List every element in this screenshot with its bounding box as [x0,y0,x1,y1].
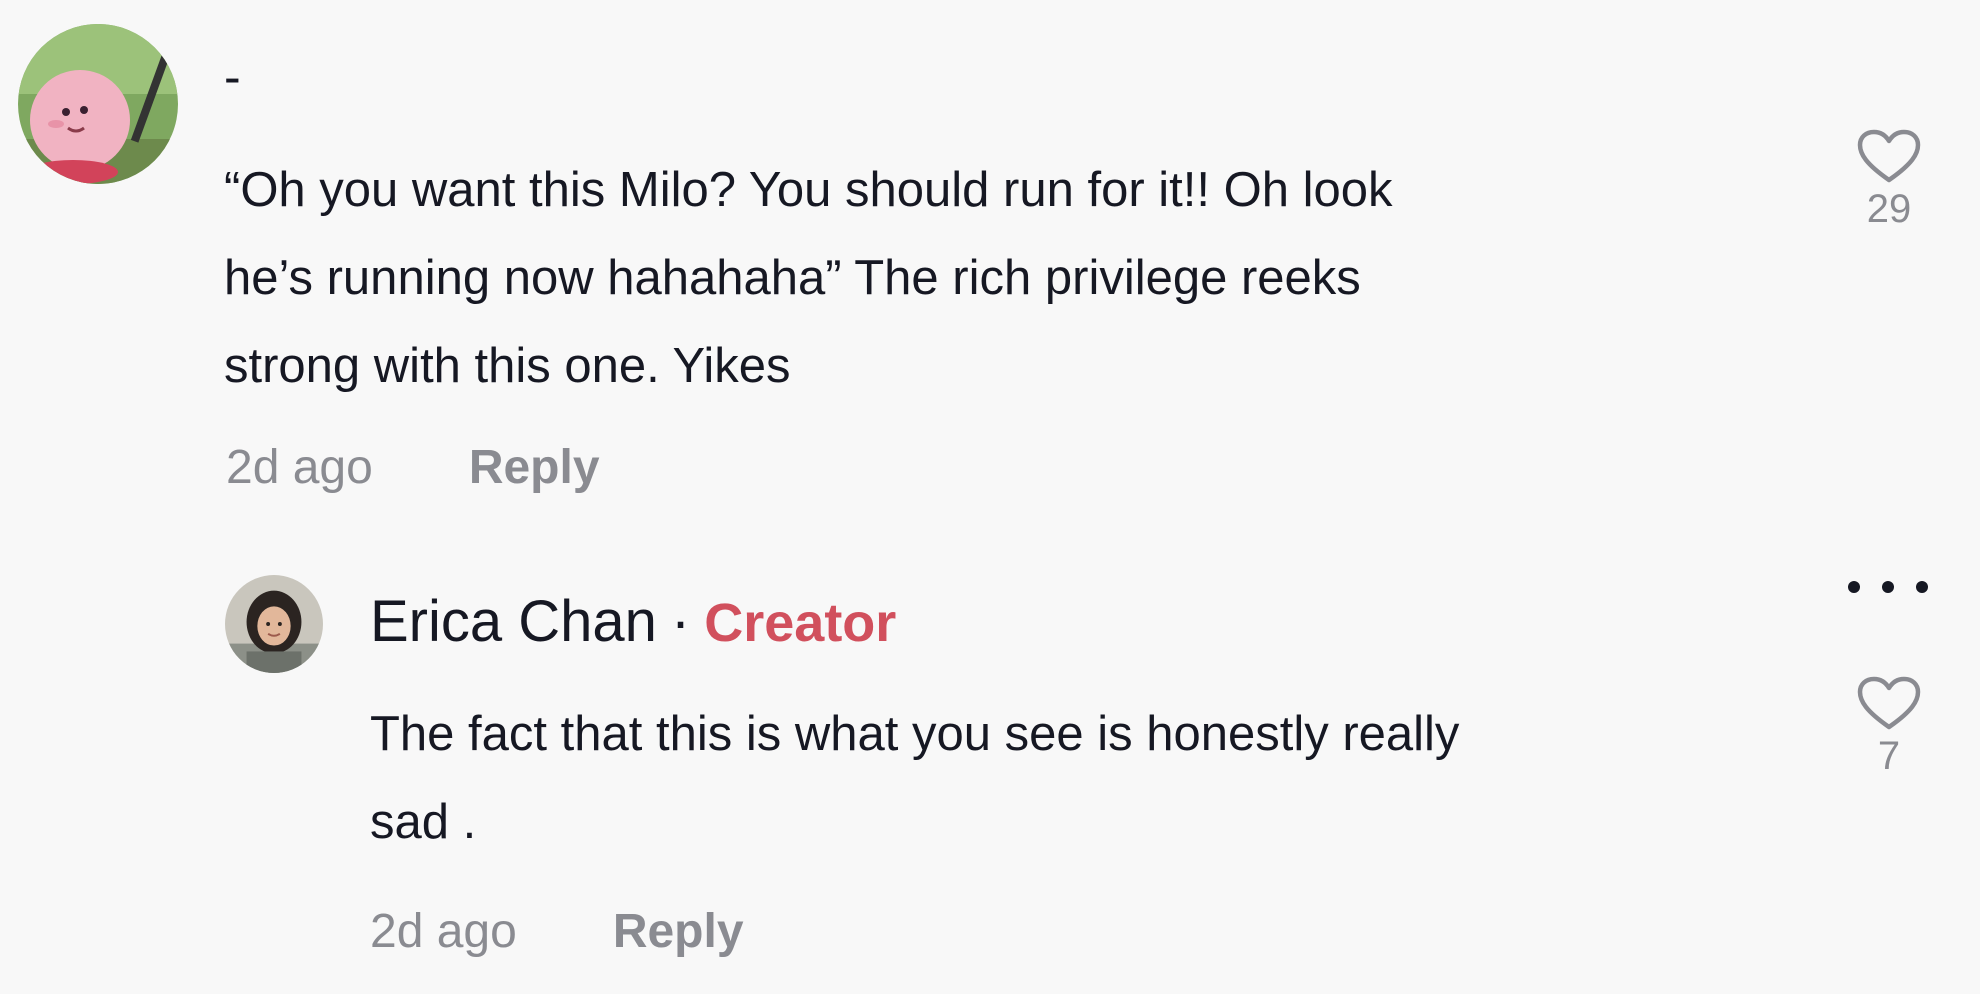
reply-like-count: 7 [1877,734,1901,778]
reply-reply-button[interactable]: Reply [613,904,744,960]
kirby-avatar-image [18,24,178,184]
comment-timestamp: 2d ago [226,441,373,494]
comment-meta: 2d ago Reply [226,440,600,496]
comment-like-button[interactable]: 29 [1849,128,1929,232]
user-photo-avatar-image [225,575,323,673]
commenter-username[interactable]: - [224,48,241,106]
reply-username[interactable]: Erica Chan [370,590,657,654]
comment-reply-button[interactable]: Reply [469,440,600,496]
reply-meta: 2d ago Reply [370,904,744,960]
reply-header: Erica Chan · Creator [370,590,896,655]
heart-outline-icon [1857,676,1921,730]
commenter-avatar[interactable] [18,24,178,184]
creator-badge: Creator [704,593,897,653]
heart-outline-icon [1857,129,1921,183]
comment-text: “Oh you want this Milo? You should run f… [224,163,1393,393]
more-dots-icon[interactable] [1848,575,1928,599]
reply-text: The fact that this is what you see is ho… [370,707,1460,849]
comment-like-count: 29 [1866,187,1912,231]
reply-like-button[interactable]: 7 [1849,675,1929,779]
reply-avatar[interactable] [225,575,323,673]
reply-timestamp: 2d ago [370,905,517,958]
separator-dot: · [670,589,691,654]
